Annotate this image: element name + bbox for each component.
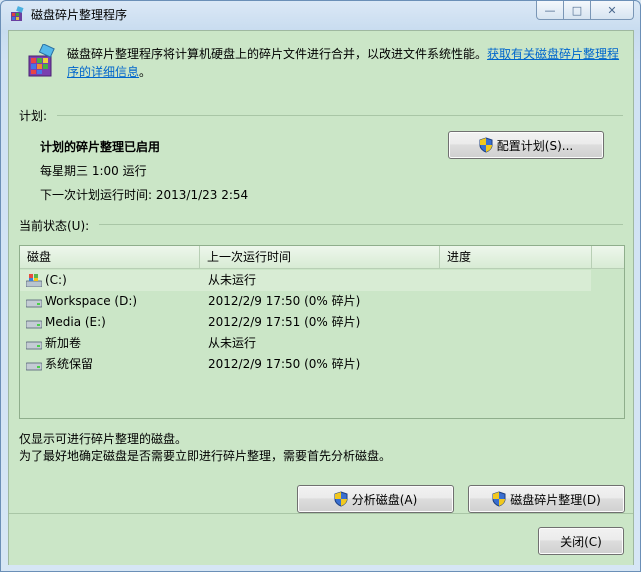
disk-list-header: 磁盘 上一次运行时间 进度 [20,246,624,269]
disk-row[interactable]: (C:) 从未运行 [20,270,591,291]
defrag-disk-button[interactable]: 磁盘碎片整理(D) [468,485,625,513]
disk-row[interactable]: 新加卷 从未运行 [20,333,624,354]
disk-last-run: 2012/2/9 17:50 (0% 碎片) [208,294,361,308]
minimize-button[interactable]: — [536,1,564,20]
intro-suffix: 。 [139,65,152,79]
close-icon: ✕ [607,3,617,17]
current-status-label: 当前状态(U): [19,219,90,233]
column-progress[interactable]: 进度 [440,246,592,268]
disk-last-run: 2012/2/9 17:50 (0% 碎片) [208,357,361,371]
disk-name: (C:) [45,273,67,287]
disk-last-run: 从未运行 [208,273,257,287]
defrag-large-icon [28,44,55,77]
configure-schedule-button[interactable]: 配置计划(S)... [448,131,604,159]
analyze-disk-label: 分析磁盘(A) [351,492,418,507]
defrag-app-icon [11,6,24,21]
drive-icon [26,341,42,350]
disk-name: Media (E:) [45,315,106,329]
configure-schedule-label: 配置计划(S)... [496,138,574,153]
drive-icon [26,362,42,371]
minimize-icon: — [544,3,556,17]
note-analyze-first: 为了最好地确定磁盘是否需要立即进行碎片整理，需要首先分析磁盘。 [19,449,392,463]
disk-list[interactable]: 磁盘 上一次运行时间 进度 (C:) 从未运行 Workspace (D:) 2… [19,245,625,419]
disk-name: 系统保留 [45,357,94,371]
intro-text: 磁盘碎片整理程序将计算机硬盘上的碎片文件进行合并，以改进文件系统性能。获取有关磁… [67,45,623,81]
disk-last-run: 从未运行 [208,336,257,350]
schedule-divider [57,115,623,116]
column-disk[interactable]: 磁盘 [20,246,200,268]
title-bar[interactable]: 磁盘碎片整理程序 — □ ✕ [1,1,640,27]
button-band: 关闭(C) [9,513,633,565]
defrag-disk-label: 磁盘碎片整理(D) [510,492,601,507]
column-last-run[interactable]: 上一次运行时间 [200,246,440,268]
close-button-label: 关闭(C) [560,534,602,549]
schedule-status: 计划的碎片整理已启用 [40,140,161,154]
disk-row[interactable]: Media (E:) 2012/2/9 17:51 (0% 碎片) [20,312,624,333]
analyze-disk-button[interactable]: 分析磁盘(A) [297,485,454,513]
uac-shield-icon [479,137,493,153]
close-button[interactable]: 关闭(C) [538,527,624,555]
caption-buttons: — □ ✕ [536,1,634,21]
disk-last-run: 2012/2/9 17:51 (0% 碎片) [208,315,361,329]
maximize-button[interactable]: □ [564,1,591,20]
defrag-window: 磁盘碎片整理程序 — □ ✕ 磁盘碎片整理程序将计算机硬盘上的碎片文件进行合并，… [0,0,641,572]
drive-icon [26,320,42,329]
dialog-client-area: 磁盘碎片整理程序将计算机硬盘上的碎片文件进行合并，以改进文件系统性能。获取有关磁… [8,30,634,565]
schedule-when: 每星期三 1:00 运行 [40,164,147,178]
close-window-button[interactable]: ✕ [591,1,634,20]
uac-shield-icon [334,491,348,507]
disk-row[interactable]: 系统保留 2012/2/9 17:50 (0% 碎片) [20,354,624,375]
intro-description: 磁盘碎片整理程序将计算机硬盘上的碎片文件进行合并，以改进文件系统性能。 [67,47,488,61]
status-divider [99,224,623,225]
disk-row[interactable]: Workspace (D:) 2012/2/9 17:50 (0% 碎片) [20,291,624,312]
schedule-group-label: 计划: [19,109,48,123]
disk-name: 新加卷 [45,336,82,350]
uac-shield-icon [492,491,506,507]
system-drive-icon [26,274,42,287]
schedule-next-run: 下一次计划运行时间: 2013/1/23 2:54 [40,188,249,202]
window-title: 磁盘碎片整理程序 [31,8,128,22]
maximize-icon: □ [571,3,583,17]
disk-name: Workspace (D:) [45,294,138,308]
drive-icon [26,299,42,308]
note-defrag-only: 仅显示可进行碎片整理的磁盘。 [19,432,188,446]
